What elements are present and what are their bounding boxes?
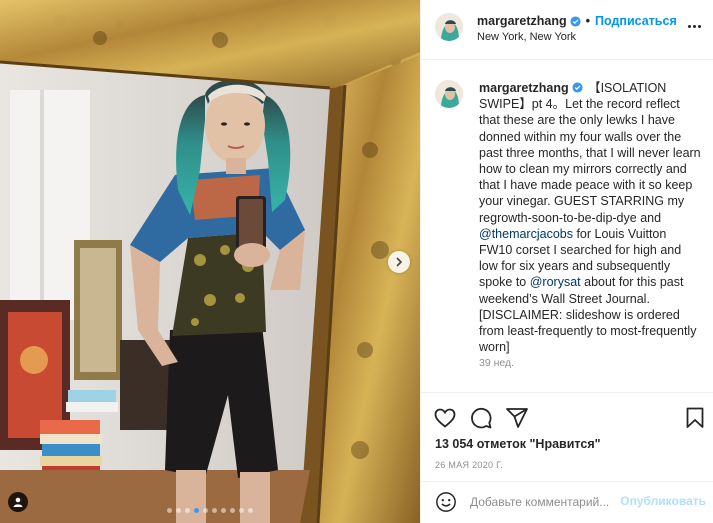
instagram-post-modal: margaretzhang • Подписаться New York, Ne… [0, 0, 713, 523]
username-link[interactable]: margaretzhang [477, 14, 567, 28]
comment-icon[interactable] [469, 406, 493, 430]
caption-area: margaretzhang 【ISOLATION SWIPE】pt 4。Let … [421, 60, 713, 392]
chevron-right-icon [396, 257, 403, 267]
follow-button[interactable]: Подписаться [595, 14, 677, 28]
emoji-icon[interactable] [435, 491, 457, 513]
slide-dot [167, 508, 172, 513]
mention-link[interactable]: @themarcjacobs [479, 227, 573, 241]
slide-dot [212, 508, 217, 513]
post-author: margaretzhang • Подписаться [477, 14, 677, 28]
post-date[interactable]: 26 МАЯ 2020 Г. [435, 460, 503, 470]
comment-form: Опубликовать [421, 481, 713, 522]
share-icon[interactable] [505, 406, 529, 430]
mirror-selfie-image [0, 0, 420, 523]
avatar[interactable] [435, 13, 463, 41]
post-header: margaretzhang • Подписаться New York, Ne… [421, 0, 713, 60]
post-side-panel: margaretzhang • Подписаться New York, Ne… [420, 0, 713, 523]
post-comment-button[interactable]: Опубликовать [620, 494, 706, 508]
caption-username[interactable]: margaretzhang [479, 81, 569, 95]
slide-dot [230, 508, 235, 513]
more-options-button[interactable] [684, 19, 704, 33]
slide-dot [239, 508, 244, 513]
verified-badge-icon [572, 82, 583, 93]
caption-body-1: 【ISOLATION SWIPE】pt 4。Let the record ref… [479, 81, 701, 225]
slide-dot [176, 508, 181, 513]
mention-link[interactable]: @rorysat [530, 275, 581, 289]
likes-count[interactable]: 13 054 отметок "Нравится" [435, 437, 601, 451]
heart-icon[interactable] [433, 406, 457, 430]
slide-dot [221, 508, 226, 513]
slide-dot [248, 508, 253, 513]
avatar-image [435, 13, 463, 41]
caption-timestamp[interactable]: 39 нед. [479, 357, 514, 369]
post-photo[interactable] [0, 0, 420, 523]
verified-badge-icon [570, 15, 581, 27]
bookmark-icon[interactable] [683, 406, 707, 430]
post-actions: 13 054 отметок "Нравится" 26 МАЯ 2020 Г.… [421, 392, 713, 521]
comment-input[interactable] [470, 493, 620, 511]
avatar-image [435, 80, 463, 108]
user-icon [13, 497, 23, 507]
slide-dot [194, 508, 199, 513]
slide-dot [185, 508, 190, 513]
next-slide-button[interactable] [388, 251, 410, 273]
separator-dot: • [585, 14, 590, 28]
caption-text: margaretzhang 【ISOLATION SWIPE】pt 4。Let … [479, 80, 703, 355]
location-link[interactable]: New York, New York [477, 31, 576, 43]
slide-dot [203, 508, 208, 513]
more-horizontal-icon [687, 24, 691, 28]
slide-indicator [0, 508, 420, 513]
avatar[interactable] [435, 80, 463, 108]
